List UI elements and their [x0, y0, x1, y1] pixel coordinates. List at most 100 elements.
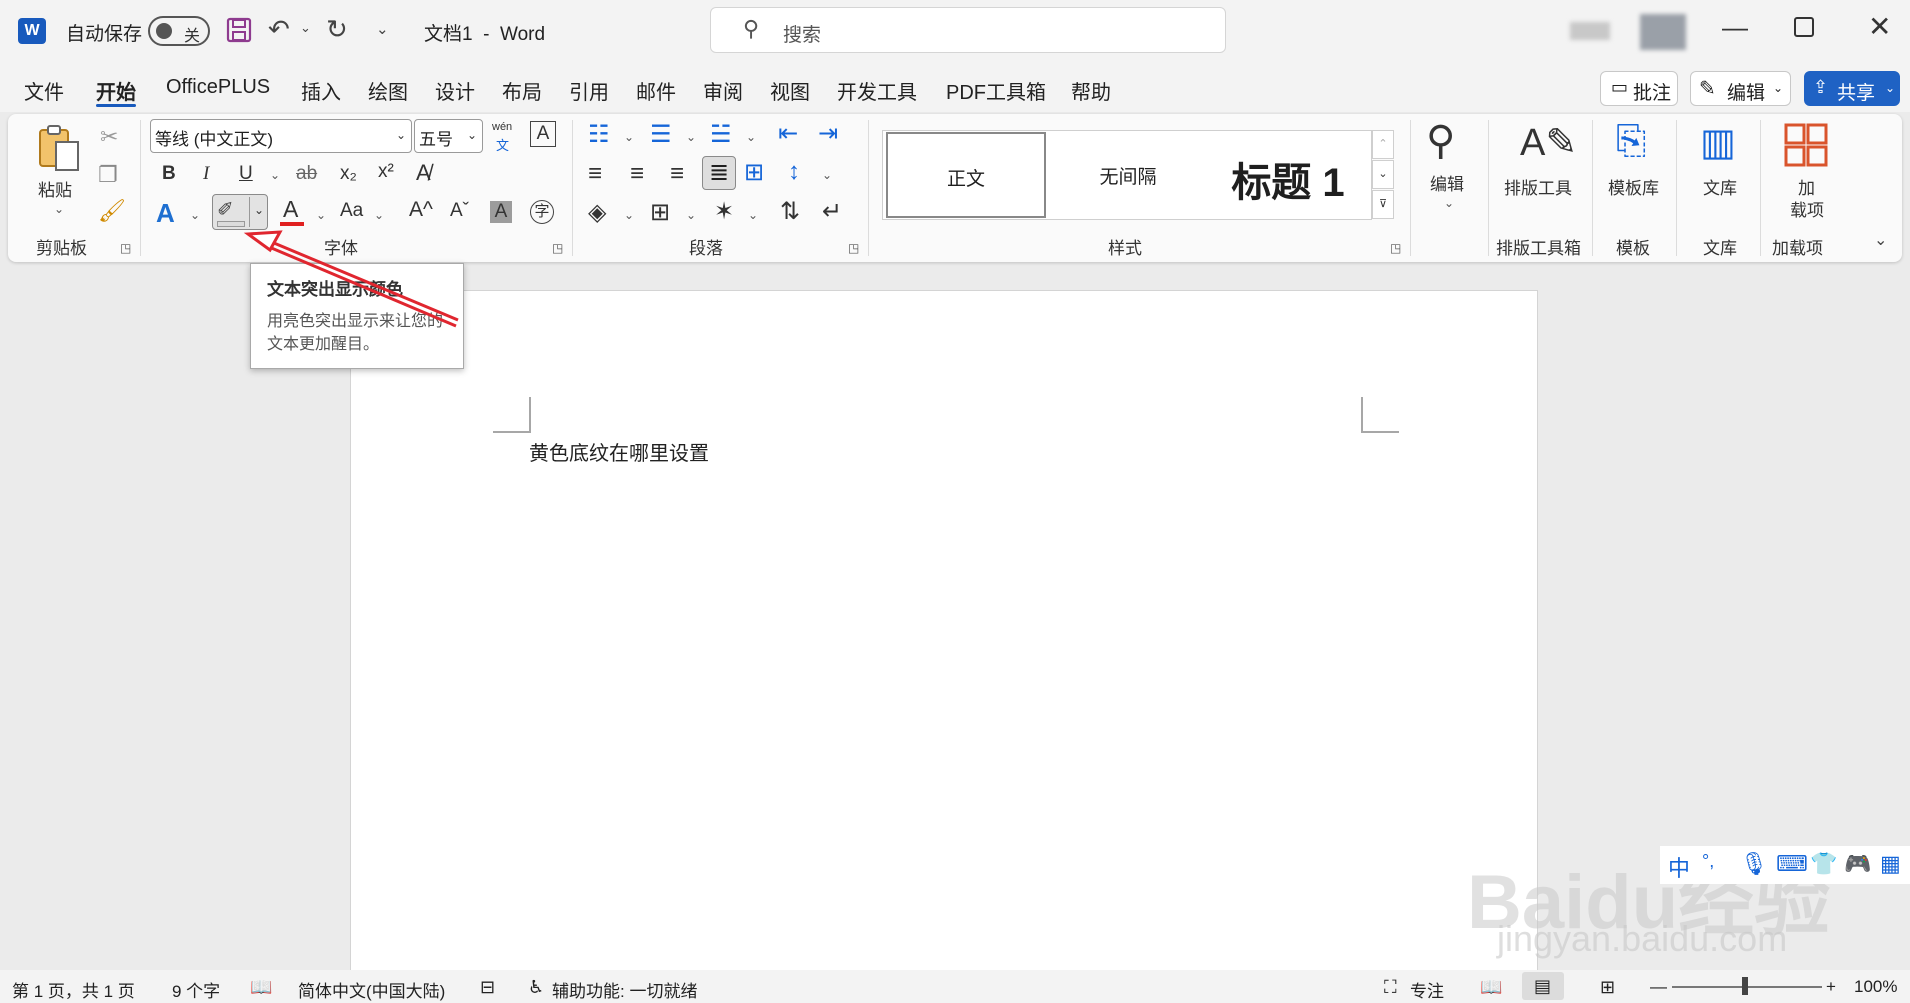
phonetic-guide-top[interactable]: wén: [492, 121, 512, 133]
tab-officeplus[interactable]: OfficePLUS: [166, 76, 270, 99]
typesetting-icon[interactable]: A✎: [1520, 120, 1577, 165]
word-count[interactable]: 9 个字: [172, 977, 220, 1002]
document-text[interactable]: 黄色底纹在哪里设置: [529, 437, 709, 466]
ime-lang-label[interactable]: 中: [1668, 851, 1690, 883]
zoom-out-icon[interactable]: —: [1650, 977, 1667, 997]
underline-dropdown-icon[interactable]: ⌄: [270, 168, 280, 182]
asian-layout-icon[interactable]: ✶: [714, 197, 734, 226]
find-icon[interactable]: ⚲: [1426, 118, 1455, 164]
shrink-font-button[interactable]: Aˇ: [450, 200, 469, 222]
editing-mode-button[interactable]: ✎ 编辑 ⌄: [1690, 71, 1791, 106]
italic-button[interactable]: I: [203, 163, 209, 185]
format-painter-icon[interactable]: 🖌: [98, 198, 126, 224]
typesetting-button-label[interactable]: 排版工具: [1504, 174, 1572, 199]
focus-icon[interactable]: ⛶: [1384, 977, 1397, 998]
multilevel-list-icon[interactable]: ☱: [710, 120, 732, 149]
read-mode-icon[interactable]: 📖: [1480, 977, 1502, 998]
template-button-label[interactable]: 模板库: [1608, 174, 1659, 199]
zoom-in-icon[interactable]: +: [1826, 977, 1836, 997]
copy-icon[interactable]: ❐: [98, 162, 118, 188]
character-border-icon[interactable]: A: [530, 121, 556, 147]
bold-button[interactable]: B: [162, 163, 176, 185]
borders-icon[interactable]: ⊞: [650, 198, 670, 227]
share-button[interactable]: ⇪ 共享 ⌄: [1804, 71, 1900, 106]
ime-skin-icon[interactable]: 👕: [1810, 851, 1837, 877]
shading-dropdown-icon[interactable]: ⌄: [624, 208, 634, 222]
grow-font-button[interactable]: A^: [409, 198, 433, 222]
tab-draw[interactable]: 绘图: [368, 76, 408, 105]
borders-dropdown-icon[interactable]: ⌄: [686, 208, 696, 222]
strikethrough-button[interactable]: ab: [296, 163, 317, 185]
web-layout-icon[interactable]: ⊞: [1600, 977, 1615, 998]
tab-references[interactable]: 引用: [569, 76, 609, 105]
ime-game-icon[interactable]: 🎮: [1844, 851, 1871, 877]
clear-formatting-icon[interactable]: A̸: [416, 160, 431, 186]
text-effects-dropdown-icon[interactable]: ⌄: [190, 208, 200, 222]
sort-icon[interactable]: ⇅: [780, 197, 800, 226]
style-heading-1[interactable]: 标题 1: [1208, 132, 1368, 218]
close-icon[interactable]: ✕: [1868, 10, 1891, 43]
tab-insert[interactable]: 插入: [301, 76, 341, 105]
highlight-color-button[interactable]: ✐ ⌄: [212, 194, 268, 230]
tab-developer[interactable]: 开发工具: [837, 76, 917, 105]
font-color-button[interactable]: A: [283, 196, 298, 223]
align-center-icon[interactable]: ≡: [630, 160, 644, 188]
addins-icon[interactable]: [1784, 123, 1828, 167]
accessibility-status[interactable]: 辅助功能: 一切就绪: [552, 977, 697, 1002]
font-launcher-icon[interactable]: ◳: [552, 241, 563, 255]
template-library-icon[interactable]: ⎘: [1616, 120, 1646, 163]
increase-indent-icon[interactable]: ⇥: [818, 119, 838, 148]
tab-review[interactable]: 审阅: [703, 76, 743, 105]
tab-file[interactable]: 文件: [24, 76, 64, 105]
ime-keyboard-icon[interactable]: ⌨: [1776, 851, 1808, 877]
word-icon[interactable]: W: [18, 18, 46, 44]
proofing-icon[interactable]: 📖: [250, 977, 272, 998]
paste-label[interactable]: 粘贴: [38, 176, 72, 201]
bullets-dropdown-icon[interactable]: ⌄: [624, 130, 634, 144]
tab-pdf-tools[interactable]: PDF工具箱: [946, 76, 1046, 105]
zoom-slider-thumb[interactable]: [1742, 977, 1748, 995]
superscript-button[interactable]: x²: [378, 161, 394, 183]
tab-home[interactable]: 开始: [96, 76, 136, 105]
phonetic-guide-icon[interactable]: 文: [496, 135, 509, 154]
paste-dropdown-icon[interactable]: ⌄: [54, 202, 64, 216]
change-case-button[interactable]: Aa: [340, 200, 363, 222]
autosave-toggle[interactable]: 关: [148, 16, 210, 46]
tab-help[interactable]: 帮助: [1071, 76, 1111, 105]
numbering-icon[interactable]: ☰: [650, 120, 672, 149]
gallery-up-icon[interactable]: ⌃: [1372, 130, 1394, 159]
gallery-down-icon[interactable]: ⌄: [1372, 160, 1394, 189]
print-layout-button[interactable]: ▤: [1522, 972, 1564, 1000]
gallery-more-icon[interactable]: ⊽: [1372, 190, 1394, 219]
minimize-icon[interactable]: —: [1722, 12, 1748, 43]
styles-launcher-icon[interactable]: ◳: [1390, 241, 1401, 255]
zoom-level[interactable]: 100%: [1854, 977, 1897, 997]
library-icon[interactable]: ▥: [1700, 120, 1736, 165]
library-button-label[interactable]: 文库: [1703, 174, 1737, 199]
customize-qat-icon[interactable]: ⌄: [376, 20, 389, 38]
undo-icon[interactable]: ↶: [268, 14, 290, 45]
font-size-combo[interactable]: 五号 ⌄: [414, 119, 483, 153]
restore-icon[interactable]: [1794, 17, 1814, 37]
bullets-icon[interactable]: ☷: [588, 120, 610, 149]
numbering-dropdown-icon[interactable]: ⌄: [686, 130, 696, 144]
align-right-icon[interactable]: ≡: [670, 160, 684, 188]
language[interactable]: 简体中文(中国大陆): [298, 977, 445, 1002]
justify-button[interactable]: ≣: [702, 156, 736, 190]
shading-icon[interactable]: ◈: [588, 198, 606, 227]
collapse-ribbon-icon[interactable]: ⌄: [1874, 230, 1887, 250]
ime-grid-icon[interactable]: ▦: [1880, 851, 1901, 877]
undo-dropdown-icon[interactable]: ⌄: [300, 20, 311, 36]
paragraph-launcher-icon[interactable]: ◳: [848, 241, 859, 255]
ime-voice-icon[interactable]: 🎙: [1740, 851, 1768, 877]
multilevel-dropdown-icon[interactable]: ⌄: [746, 130, 756, 144]
font-color-dropdown-icon[interactable]: ⌄: [316, 208, 326, 222]
line-spacing-dropdown-icon[interactable]: ⌄: [822, 168, 832, 182]
line-spacing-icon[interactable]: ↕: [788, 158, 800, 186]
accessibility-icon[interactable]: ♿: [528, 977, 544, 998]
ime-punct-icon[interactable]: °,: [1702, 851, 1714, 872]
cut-icon[interactable]: ✂: [100, 124, 118, 150]
highlight-dropdown-icon[interactable]: ⌄: [254, 203, 264, 217]
search-input[interactable]: ⚲ 搜索: [710, 7, 1226, 53]
character-shading-button[interactable]: A: [490, 201, 512, 223]
